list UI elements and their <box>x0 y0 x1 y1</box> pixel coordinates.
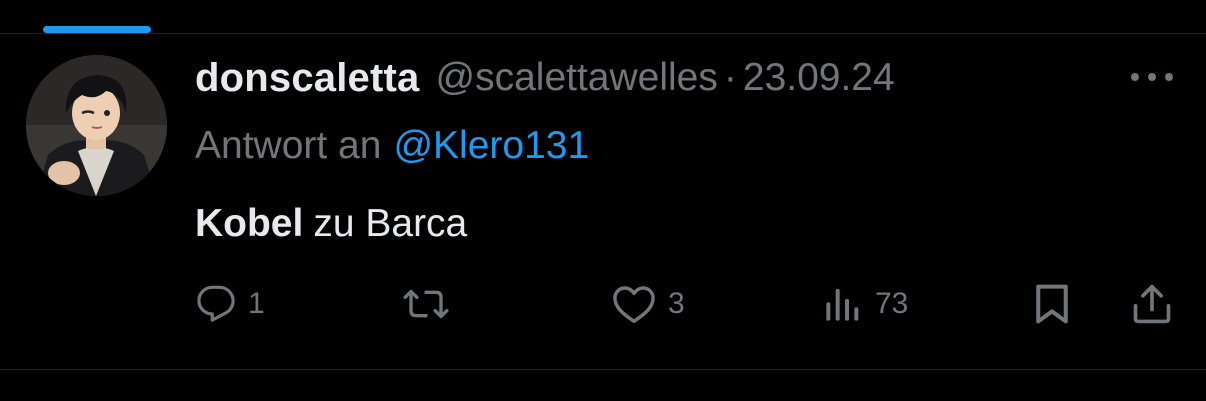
tweet-text-bold: Kobel <box>195 202 304 245</box>
heart-icon <box>613 286 655 323</box>
avatar[interactable] <box>26 55 167 196</box>
header-separator: · <box>723 56 737 99</box>
top-divider <box>0 33 1206 34</box>
active-tab-indicator <box>43 26 151 33</box>
bookmark-icon <box>1036 284 1068 324</box>
retweet-icon <box>403 289 449 319</box>
more-button[interactable] <box>1126 62 1178 92</box>
like-count: 3 <box>668 287 685 320</box>
retweet-button[interactable] <box>402 280 462 328</box>
avatar-image <box>26 55 167 196</box>
reply-mention-link[interactable]: @Klero131 <box>393 124 589 168</box>
bar-chart-icon <box>826 289 859 321</box>
reply-context: Antwort an @Klero131 <box>195 120 589 172</box>
views-count: 73 <box>875 287 909 320</box>
tweet-text-rest: zu Barca <box>313 202 468 245</box>
like-button[interactable]: 3 <box>612 280 685 328</box>
tweet-header: donscaletta @scalettawelles · 23.09.24 <box>195 52 895 104</box>
reply-button[interactable]: 1 <box>196 280 265 328</box>
views-button[interactable]: 73 <box>823 280 908 328</box>
tweet-date[interactable]: 23.09.24 <box>743 56 895 100</box>
comment-bubble-icon <box>197 285 235 322</box>
user-handle[interactable]: @scalettawelles <box>436 56 718 100</box>
share-button[interactable] <box>1130 280 1174 328</box>
display-name[interactable]: donscaletta <box>195 56 420 101</box>
more-horizontal-icon <box>1131 73 1173 81</box>
bookmark-button[interactable] <box>1032 280 1072 328</box>
tweet-text: Kobel zu Barca <box>195 198 467 250</box>
bottom-divider <box>0 369 1206 370</box>
share-upload-icon <box>1133 284 1171 324</box>
reply-prefix: Antwort an <box>195 124 382 167</box>
reply-count: 1 <box>248 287 265 320</box>
